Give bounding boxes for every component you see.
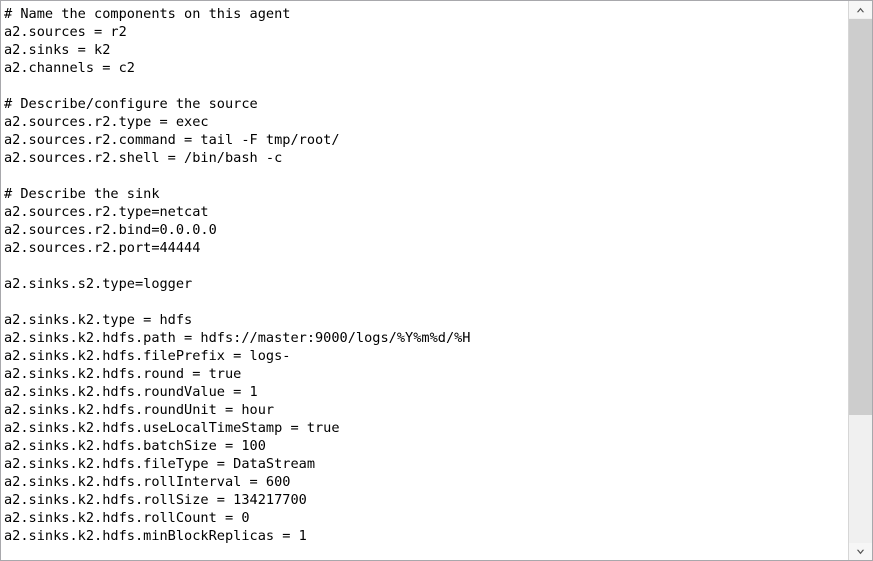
code-line: a2.sources.r2.bind=0.0.0.0: [4, 222, 217, 238]
scroll-down-button[interactable]: [849, 543, 872, 560]
code-line: a2.sources.r2.command = tail -F tmp/root…: [4, 132, 340, 148]
scroll-up-button[interactable]: [849, 1, 872, 18]
code-line: a2.sources.r2.shell = /bin/bash -c: [4, 150, 283, 166]
code-line: a2.sinks.k2.hdfs.path = hdfs://master:90…: [4, 330, 471, 346]
code-line: a2.sinks.k2.hdfs.fileType = DataStream: [4, 456, 315, 472]
code-line: a2.sinks.k2.hdfs.filePrefix = logs-: [4, 348, 291, 364]
code-line: a2.sinks.k2.hdfs.minBlockReplicas = 1: [4, 528, 307, 544]
code-line: a2.sinks.k2.hdfs.roundUnit = hour: [4, 402, 275, 418]
code-line: a2.sinks.k2.hdfs.useLocalTimeStamp = tru…: [4, 420, 340, 436]
vertical-scrollbar[interactable]: [848, 1, 872, 560]
code-line: a2.sinks.k2.hdfs.rollInterval = 600: [4, 474, 291, 490]
code-line: a2.sinks.k2.hdfs.rollSize = 134217700: [4, 492, 307, 508]
code-line: a2.sinks.k2.hdfs.batchSize = 100: [4, 438, 266, 454]
code-text-area[interactable]: # Name the components on this agent a2.so…: [1, 1, 848, 560]
text-editor-window: # Name the components on this agent a2.so…: [0, 0, 873, 561]
chevron-down-icon: [856, 549, 865, 555]
code-line: a2.sinks.k2.type = hdfs: [4, 312, 193, 328]
code-line: a2.channels = c2: [4, 60, 135, 76]
code-line: a2.sinks = k2: [4, 42, 111, 58]
code-line: a2.sinks.k2.hdfs.rollCount = 0: [4, 510, 250, 526]
code-line: a2.sources.r2.port=44444: [4, 240, 201, 256]
code-line: a2.sinks.k2.hdfs.roundValue = 1: [4, 384, 258, 400]
code-line: # Describe/configure the source: [4, 96, 258, 112]
code-line: a2.sinks.k2.hdfs.round = true: [4, 366, 242, 382]
scrollbar-track[interactable]: [849, 18, 872, 543]
code-line: a2.sources.r2.type = exec: [4, 114, 209, 130]
chevron-up-icon: [856, 7, 865, 13]
code-line: a2.sinks.s2.type=logger: [4, 276, 193, 292]
scrollbar-thumb[interactable]: [849, 19, 872, 415]
code-line: a2.sources = r2: [4, 24, 127, 40]
code-line: # Name the components on this agent: [4, 6, 291, 22]
code-line: a2.sources.r2.type=netcat: [4, 204, 209, 220]
code-line: # Describe the sink: [4, 186, 160, 202]
